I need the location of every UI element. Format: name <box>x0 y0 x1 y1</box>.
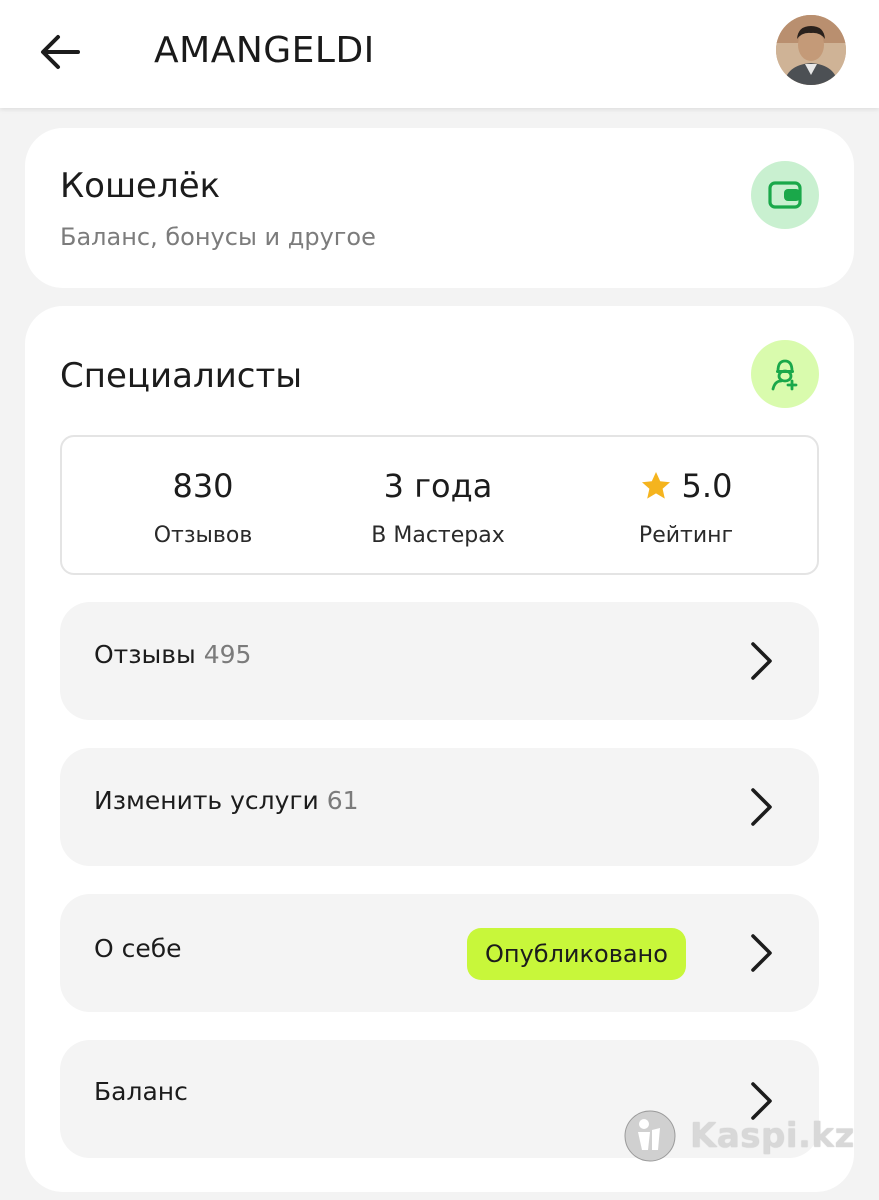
watermark: Kaspi.kz <box>624 1106 855 1166</box>
kaspi-logo-icon <box>624 1110 676 1162</box>
specialist-icon <box>771 359 798 391</box>
wallet-title: Кошелёк <box>60 166 221 206</box>
page-title: AMANGELDI <box>154 30 375 71</box>
arrow-left-icon <box>41 35 80 69</box>
rating-value: 5.0 <box>681 467 733 505</box>
specialist-icon-circle <box>751 340 819 408</box>
row-title: Баланс <box>94 1077 188 1106</box>
wallet-subtitle: Баланс, бонусы и другое <box>60 223 376 251</box>
chevron-right-icon <box>751 788 772 826</box>
stat-reviews: 830 Отзывов <box>103 437 303 573</box>
row-title: Изменить услуги <box>94 786 319 815</box>
row-count: 495 <box>203 640 252 669</box>
app-header: AMANGELDI <box>0 0 879 108</box>
back-button[interactable] <box>34 26 86 78</box>
reviews-row[interactable]: Отзывы 495 <box>60 602 819 720</box>
watermark-text: Kaspi.kz <box>690 1116 855 1156</box>
star-icon <box>641 472 670 499</box>
wallet-icon-circle <box>751 161 819 229</box>
published-badge: Опубликовано <box>467 928 686 980</box>
row-count: 61 <box>326 786 359 815</box>
row-label: Изменить услуги 61 <box>94 786 359 815</box>
row-title: Отзывы <box>94 640 196 669</box>
user-avatar-icon <box>776 15 846 85</box>
stat-label: В Мастерах <box>371 523 505 548</box>
wallet-icon <box>768 181 802 209</box>
chevron-right-icon <box>751 642 772 680</box>
row-label: Отзывы 495 <box>94 640 251 669</box>
specialists-card: Специалисты 830 Отзывов 3 года В Мастера… <box>25 306 854 1192</box>
stat-value: 830 <box>172 467 234 505</box>
specialists-title: Специалисты <box>60 356 303 396</box>
stat-experience: 3 года В Мастерах <box>338 437 538 573</box>
stat-label: Рейтинг <box>638 523 734 548</box>
chevron-right-icon <box>751 934 772 972</box>
row-title: О себе <box>94 934 182 963</box>
stat-label: Отзывов <box>153 523 253 548</box>
edit-services-row[interactable]: Изменить услуги 61 <box>60 748 819 866</box>
stats-panel: 830 Отзывов 3 года В Мастерах 5.0 Рейтин… <box>60 435 819 575</box>
wallet-card[interactable]: Кошелёк Баланс, бонусы и другое <box>25 128 854 288</box>
stat-rating: 5.0 Рейтинг <box>586 437 786 573</box>
stat-value-row: 5.0 <box>586 467 786 510</box>
avatar[interactable] <box>776 15 846 85</box>
about-me-row[interactable]: О себе Опубликовано <box>60 894 819 1012</box>
stat-value: 3 года <box>383 467 493 505</box>
